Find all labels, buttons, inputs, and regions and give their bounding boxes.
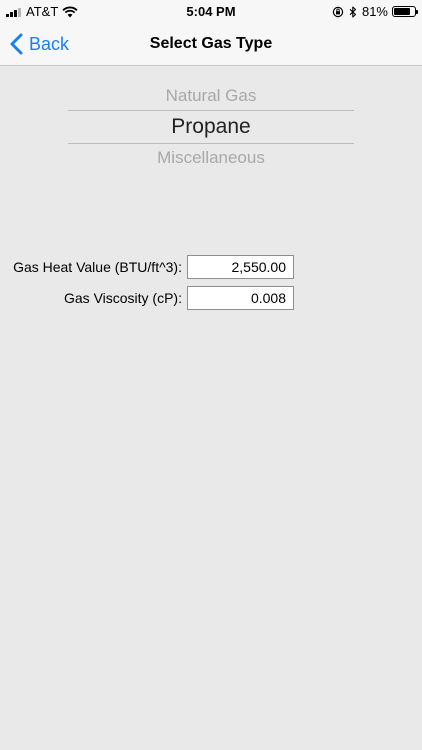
picker-selection-line-top <box>68 110 354 111</box>
heat-value-label: Gas Heat Value (BTU/ft^3): <box>13 259 182 275</box>
battery-percent: 81% <box>361 4 388 19</box>
picker-option-propane-selected[interactable]: Propane <box>68 115 354 139</box>
heat-value-field[interactable] <box>187 255 294 279</box>
viscosity-label: Gas Viscosity (cP): <box>64 290 182 306</box>
battery-icon <box>392 6 418 17</box>
back-button[interactable]: Back <box>10 22 69 66</box>
back-label: Back <box>29 33 70 54</box>
battery-cap <box>416 10 418 14</box>
viscosity-field[interactable] <box>187 286 294 310</box>
picker-option-miscellaneous[interactable]: Miscellaneous <box>68 148 354 168</box>
heat-value-row: Gas Heat Value (BTU/ft^3): <box>0 255 422 279</box>
picker-selection-line-bottom <box>68 143 354 144</box>
battery-fill <box>394 8 411 15</box>
gas-type-picker[interactable]: Natural Gas Propane Miscellaneous <box>68 82 354 174</box>
chevron-left-icon <box>10 33 23 55</box>
bluetooth-icon <box>349 5 357 18</box>
status-bar: AT&T 5:04 PM 81% <box>0 0 422 22</box>
orientation-lock-icon <box>332 6 344 17</box>
status-right: 81% <box>332 4 418 19</box>
viscosity-row: Gas Viscosity (cP): <box>0 286 422 310</box>
picker-option-natural-gas[interactable]: Natural Gas <box>68 86 354 106</box>
navigation-bar: Back Select Gas Type <box>0 22 422 66</box>
